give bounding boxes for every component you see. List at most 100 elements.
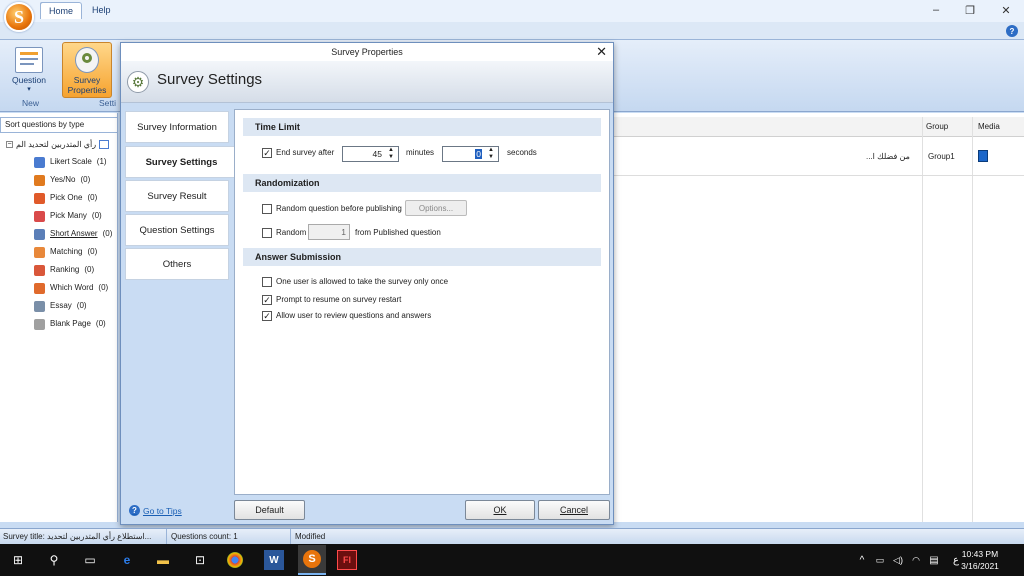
col-media-header[interactable]: Media [978, 118, 1000, 136]
status-bar: Survey title: استطلاع رأي المتدربين لتحد… [0, 528, 1024, 544]
dialog-header: ⚙ Survey Settings [121, 61, 613, 103]
tree-item-count: (0) [98, 283, 109, 292]
tree-item[interactable]: Blank Page (0) [34, 317, 106, 331]
close-icon[interactable]: ✕ [990, 0, 1022, 20]
tree-item[interactable]: Matching (0) [34, 245, 97, 259]
question-button[interactable]: Question ▾ [4, 42, 54, 98]
table-row[interactable] [614, 138, 1024, 176]
chrome-icon[interactable] [227, 552, 243, 568]
task-view-icon[interactable]: ▭ [80, 550, 100, 570]
collapse-icon[interactable]: − [6, 141, 13, 148]
tree-item[interactable]: Ranking (0) [34, 263, 94, 277]
ribbon-tabs [0, 22, 1024, 40]
nav-survey-settings[interactable]: Survey Settings [125, 146, 237, 178]
resume-checkbox[interactable]: ✓ [262, 295, 272, 305]
tree-root[interactable]: − رأي المتدربين لتحديد الم [6, 140, 110, 149]
minimize-icon[interactable]: – [920, 0, 952, 20]
random-checkbox[interactable] [262, 228, 272, 238]
nav-survey-information[interactable]: Survey Information [125, 111, 229, 143]
tree-item[interactable]: Yes/No (0) [34, 173, 90, 187]
spin-arrows-icon[interactable]: ▲ ▼ [386, 147, 396, 161]
tree-item-label: Yes/No [50, 175, 76, 184]
go-to-tips-link[interactable]: ? Go to Tips [129, 505, 182, 516]
survey-app-taskbar-icon[interactable]: S [298, 545, 326, 575]
minutes-value: 45 [372, 149, 382, 159]
col-group-header[interactable]: Group [926, 118, 948, 136]
wifi-icon[interactable]: ◠ [906, 550, 926, 570]
random-count-input[interactable]: 1 [308, 224, 350, 240]
edge-icon[interactable]: e [117, 550, 137, 570]
dropdown-arrow-icon: ▾ [27, 86, 31, 93]
tab-help[interactable]: Help [84, 2, 119, 19]
restore-icon[interactable]: ❐ [954, 0, 986, 20]
volume-icon[interactable]: ◁) [888, 550, 908, 570]
app-logo[interactable]: S [4, 2, 34, 32]
question-type-icon [34, 210, 45, 222]
tree-item-count: (0) [84, 265, 95, 274]
dialog-close-icon[interactable]: ✕ [596, 44, 607, 60]
question-type-icon [34, 246, 45, 258]
gear-icon [75, 47, 99, 73]
tree-item[interactable]: Likert Scale (1) [34, 155, 107, 169]
seconds-value: 0 [475, 149, 482, 159]
question-type-icon [34, 156, 45, 168]
dialog-title: Survey Properties [121, 43, 613, 61]
random-before-label: Random question before publishing [276, 204, 402, 213]
taskbar: ⊞ ⚲ ▭ e ▬ ⊡ W S Fl ^ ▭ ◁) ◠ ▤ ع 10:43 PM… [0, 544, 1024, 576]
check-icon: ✓ [263, 147, 271, 158]
tree-item[interactable]: Short Answer (0) [34, 227, 112, 241]
answer-submission-heading: Answer Submission [243, 248, 601, 266]
spin-arrows-icon[interactable]: ▲ ▼ [486, 147, 496, 161]
media-icon[interactable] [978, 150, 988, 162]
row-group-cell: Group1 [928, 152, 955, 161]
random-label: Random [276, 228, 307, 237]
survey-properties-label: Survey Properties [67, 75, 107, 95]
nav-question-settings[interactable]: Question Settings [125, 214, 229, 246]
tree-item-label: Essay [50, 301, 72, 310]
tree-item-count: (0) [80, 175, 91, 184]
tree-item-label: Pick Many [50, 211, 87, 220]
store-icon[interactable]: ⊡ [190, 550, 210, 570]
minutes-label: minutes [406, 148, 435, 157]
ok-button[interactable]: OK [465, 500, 535, 520]
clock-time: 10:43 PM [961, 549, 999, 559]
file-explorer-icon[interactable]: ▬ [153, 550, 173, 570]
battery-icon[interactable]: ▭ [870, 550, 890, 570]
word-icon[interactable]: W [264, 550, 284, 570]
cancel-button[interactable]: Cancel [538, 500, 610, 520]
minutes-stepper[interactable]: 45 ▲ ▼ [342, 146, 399, 162]
review-checkbox[interactable]: ✓ [262, 311, 272, 321]
tree-item[interactable]: Essay (0) [34, 299, 87, 313]
question-label: Question [11, 75, 47, 85]
flash-icon[interactable]: Fl [337, 550, 357, 570]
tree-item[interactable]: Pick One (0) [34, 191, 97, 205]
tree-item[interactable]: Which Word (0) [34, 281, 108, 295]
windows-start-icon[interactable]: ⊞ [8, 550, 28, 570]
help-icon: ? [129, 505, 140, 516]
random-before-checkbox[interactable] [262, 204, 272, 214]
help-icon[interactable]: ? [1006, 25, 1018, 37]
tree-item-count: (1) [96, 157, 107, 166]
seconds-stepper[interactable]: 0 ▲ ▼ [442, 146, 499, 162]
tray-chevron-icon[interactable]: ^ [852, 550, 872, 570]
clock[interactable]: 10:43 PM 3/16/2021 [950, 548, 1010, 572]
tree-item[interactable]: Pick Many (0) [34, 209, 102, 223]
tab-home[interactable]: Home [40, 2, 83, 19]
options-button[interactable]: Options... [405, 200, 467, 216]
sort-dropdown[interactable]: Sort questions by type [0, 117, 118, 133]
default-button[interactable]: Default [234, 500, 305, 520]
end-survey-label: End survey after [276, 148, 335, 157]
once-checkbox[interactable] [262, 277, 272, 287]
notification-icon[interactable]: ▤ [924, 550, 944, 570]
survey-properties-dialog: Survey Properties ✕ ⚙ Survey Settings Su… [120, 42, 614, 525]
end-survey-checkbox[interactable]: ✓ [262, 148, 272, 158]
from-published-label: from Published question [355, 228, 441, 237]
survey-properties-button[interactable]: Survey Properties [62, 42, 112, 98]
question-type-icon [34, 228, 45, 240]
nav-others[interactable]: Others [125, 248, 229, 280]
tree-item-label: Which Word [50, 283, 94, 292]
tree-item-count: (0) [87, 193, 98, 202]
settings-gear-icon: ⚙ [127, 71, 149, 93]
nav-survey-result[interactable]: Survey Result [125, 180, 229, 212]
search-icon[interactable]: ⚲ [44, 550, 64, 570]
